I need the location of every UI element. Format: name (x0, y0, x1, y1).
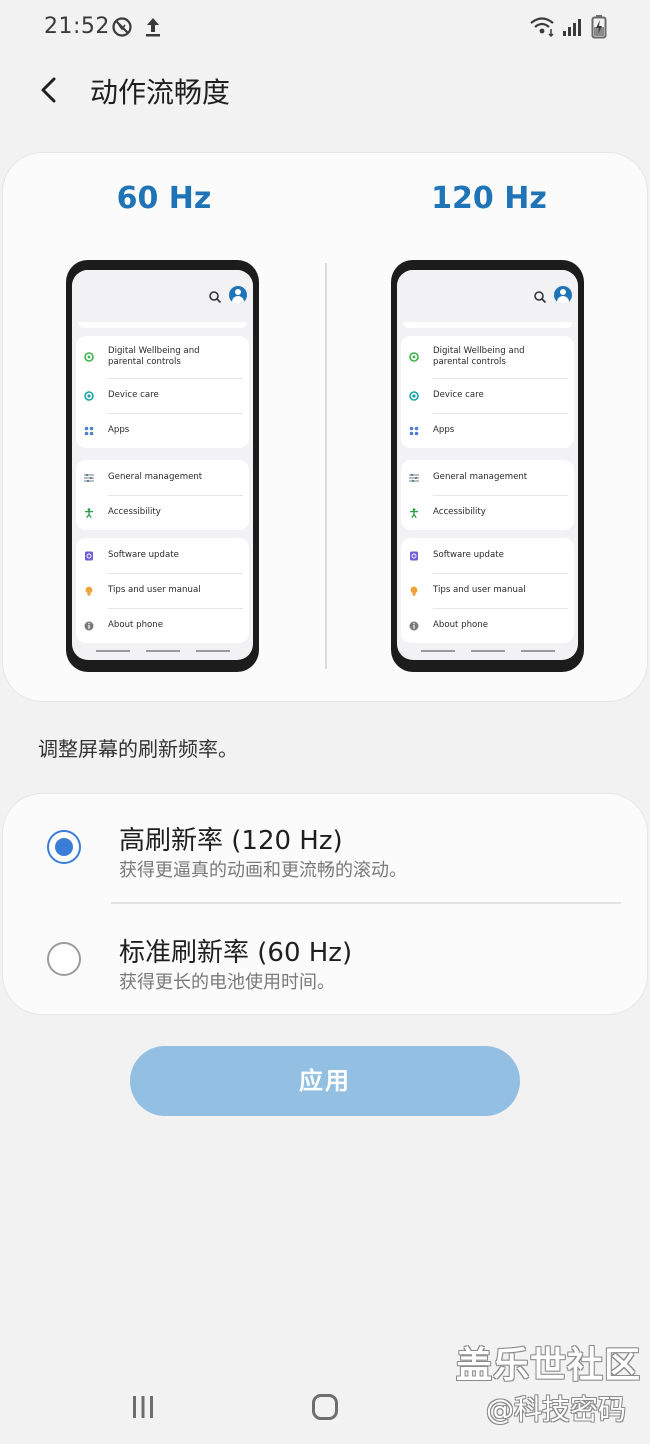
phone-screen: Digital Wellbeing and parental controls … (397, 270, 578, 660)
phone-group-1: Digital Wellbeing and parental controls … (76, 336, 249, 448)
phone-group-3: Software update Tips and user manual Abo… (401, 538, 574, 643)
hz-label-120: 120 Hz (431, 181, 547, 216)
phone-card-sliver (403, 322, 572, 328)
phone-group-3: Software update Tips and user manual Abo… (76, 538, 249, 643)
software-update-icon (85, 551, 93, 560)
option-standard-refresh[interactable]: 标准刷新率 (60 Hz) 获得更长的电池使用时间。 (3, 904, 649, 1014)
home-button[interactable] (312, 1394, 338, 1420)
phone-item: General management (76, 460, 249, 495)
header: 动作流畅度 (0, 60, 650, 120)
phone-preview-120hz: Digital Wellbeing and parental controls … (391, 260, 584, 672)
phone-item: Tips and user manual (401, 573, 574, 608)
option-title: 高刷新率 (120 Hz) (119, 826, 343, 856)
phone-item: Accessibility (76, 495, 249, 530)
option-high-refresh[interactable]: 高刷新率 (120 Hz) 获得更逼真的动画和更流畅的滚动。 (3, 794, 649, 904)
wifi-icon (529, 16, 557, 42)
phone-group-2: General management Accessibility (401, 460, 574, 530)
preview-card: 60 Hz 120 Hz Digital Wellbeing and paren… (2, 152, 648, 702)
accessibility-icon (410, 507, 418, 518)
digital-wellbeing-icon (84, 352, 94, 362)
recent-apps-icon (133, 1396, 153, 1418)
phone-item: About phone (76, 608, 249, 643)
device-care-icon (409, 390, 419, 401)
option-subtitle: 获得更逼真的动画和更流畅的滚动。 (119, 860, 407, 881)
refresh-rate-options: 高刷新率 (120 Hz) 获得更逼真的动画和更流畅的滚动。 标准刷新率 (60… (2, 793, 648, 1015)
phone-item: Apps (76, 413, 249, 448)
page-title: 动作流畅度 (90, 76, 231, 109)
apps-icon (409, 426, 419, 435)
phone-top-bar (397, 270, 578, 322)
phone-item: Accessibility (401, 495, 574, 530)
apps-icon (84, 426, 94, 435)
preview-divider (325, 263, 327, 669)
screen: 21:52 动作流畅度 60 Hz 120 Hz Digital Wellbei… (0, 0, 650, 1444)
option-subtitle: 获得更长的电池使用时间。 (119, 972, 335, 993)
phone-item: General management (401, 460, 574, 495)
phone-item: Software update (401, 538, 574, 573)
phone-group-1: Digital Wellbeing and parental controls … (401, 336, 574, 448)
info-icon (84, 621, 94, 630)
phone-nav-bar (72, 650, 253, 654)
phone-card-sliver (78, 322, 247, 328)
phone-group-2: General management Accessibility (76, 460, 249, 530)
status-time: 21:52 (44, 14, 110, 39)
avatar-icon (229, 286, 247, 304)
phone-nav-bar (397, 650, 578, 654)
battery-icon (591, 14, 607, 44)
general-management-icon (409, 473, 419, 482)
phone-top-bar (72, 270, 253, 322)
phone-item: Apps (401, 413, 574, 448)
back-button[interactable] (32, 70, 68, 110)
phone-item: Digital Wellbeing and parental controls (76, 336, 249, 378)
radio-high-refresh[interactable] (47, 830, 81, 864)
phone-screen: Digital Wellbeing and parental controls … (72, 270, 253, 660)
general-management-icon (84, 473, 94, 482)
info-icon (409, 621, 419, 630)
radio-standard-refresh[interactable] (47, 942, 81, 976)
accessibility-icon (85, 507, 93, 518)
option-title: 标准刷新率 (60 Hz) (119, 938, 353, 968)
phone-item: Device care (401, 378, 574, 413)
chevron-left-icon (41, 77, 56, 103)
phone-item: Tips and user manual (76, 573, 249, 608)
phone-item: Device care (76, 378, 249, 413)
signal-icon (561, 16, 583, 42)
phone-item: Software update (76, 538, 249, 573)
device-care-icon (84, 390, 94, 401)
phone-preview-60hz: Digital Wellbeing and parental controls … (66, 260, 259, 672)
phone-item: Digital Wellbeing and parental controls (401, 336, 574, 378)
digital-wellbeing-icon (409, 352, 419, 362)
avatar-icon (554, 286, 572, 304)
search-icon (534, 291, 547, 304)
apply-button[interactable]: 应用 (130, 1046, 520, 1116)
phone-item: About phone (401, 608, 574, 643)
search-icon (209, 291, 222, 304)
hz-label-60: 60 Hz (116, 181, 212, 216)
software-update-icon (410, 551, 418, 560)
tips-icon (85, 586, 93, 596)
navigation-bar (0, 1380, 650, 1444)
description-text: 调整屏幕的刷新频率。 (38, 737, 238, 761)
recent-apps-button[interactable] (130, 1394, 156, 1420)
do-not-disturb-icon (111, 16, 133, 42)
tips-icon (410, 586, 418, 596)
upload-icon (144, 16, 162, 42)
status-bar: 21:52 (0, 0, 650, 56)
